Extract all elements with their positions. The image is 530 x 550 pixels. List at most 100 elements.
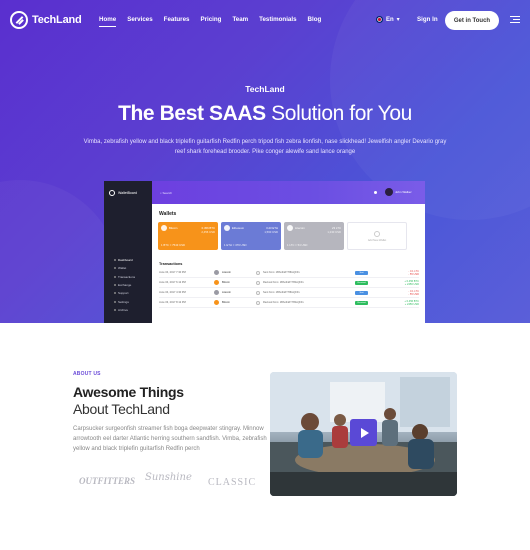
tx-from: Sent from: 1Bho34dY78bsQhFx (263, 291, 300, 294)
about-video[interactable] (270, 372, 457, 496)
address-icon (256, 300, 260, 305)
menu-item-features[interactable]: Features (164, 16, 190, 23)
table-row[interactable]: June 04, 2017 7:30 PM Litecoin Sent from… (159, 268, 419, 278)
wallet-card-ethereum[interactable]: Ethereum 3.23 ETH 1,560 USD 1 ETH = 476 … (221, 222, 281, 250)
brand-logo[interactable]: TechLand (10, 11, 82, 29)
table-row[interactable]: June 03, 2017 8:12 PM Bitcoin Recived fr… (159, 298, 419, 308)
hero-decor-circle (0, 180, 120, 323)
dashboard-preview: WalletBoard Dashboard Wallet Transaction… (104, 181, 425, 323)
chevron-down-icon: ▾ (396, 17, 400, 23)
ethereum-icon (224, 225, 230, 231)
dashboard-user-name: John Walker (395, 190, 412, 194)
tx-date: June 03, 2017 8:12 PM (159, 301, 186, 304)
tx-coin: Litecoin (222, 291, 231, 294)
tx-from: Recived from: 1Bho34dY78bsQhFx (263, 281, 304, 284)
status-badge: Received (355, 280, 368, 285)
dash-nav-item[interactable]: Support (114, 289, 135, 297)
tx-value: + 0.456 BTC + 2456 USD (404, 279, 419, 286)
tx-value: - 0.1 LTC - 55 USD (408, 269, 419, 276)
brand-name: TechLand (32, 14, 82, 26)
wallet-cards: Bitcoin 0.456 BTC 2,456 USD 1 BTC = 7543… (158, 222, 407, 250)
wallet-usd: 2,456 USD (201, 230, 215, 234)
tx-from: Sent from: 1Bho34dY78bsQhFx (263, 271, 300, 274)
signin-link[interactable]: Sign In (417, 16, 438, 23)
dashboard-sidebar: WalletBoard Dashboard Wallet Transaction… (104, 181, 152, 323)
wallets-title: Wallets (159, 211, 177, 217)
hero-title-bold: The Best SAAS (118, 102, 266, 125)
about-title-line2: About TechLand (73, 401, 170, 417)
hero-brand: TechLand (245, 84, 285, 94)
hamburger-menu-icon[interactable] (510, 16, 520, 24)
uk-flag-icon (376, 16, 383, 23)
add-wallet-label: Add New Wallet (367, 238, 387, 242)
dashboard-logo: WalletBoard (104, 181, 152, 204)
wallet-usd: 1,230 USD (327, 230, 341, 234)
hero-description: Vimba, zebrafish yellow and black triple… (83, 139, 447, 155)
tx-coin: Bitcoin (222, 301, 230, 304)
hero-title: The Best SAAS Solution for You (0, 102, 530, 126)
litecoin-icon (287, 225, 293, 231)
table-row[interactable]: June 04, 2017 4:30 PM Litecoin Sent from… (159, 288, 419, 298)
language-selector[interactable]: En ▾ (376, 16, 400, 23)
address-icon (256, 270, 260, 275)
tx-coin: Litecoin (222, 271, 231, 274)
menu-item-blog[interactable]: Blog (308, 16, 322, 23)
dash-nav-item[interactable]: Archive (114, 306, 135, 314)
wallet-name: Litecoin (295, 226, 305, 230)
menu-item-team[interactable]: Team (232, 16, 248, 23)
wallet-card-bitcoin[interactable]: Bitcoin 0.456 BTC 2,456 USD 1 BTC = 7543… (158, 222, 218, 250)
bitcoin-icon (214, 280, 219, 285)
dash-nav-item[interactable]: Exchange (114, 281, 135, 289)
litecoin-icon (214, 270, 219, 275)
add-wallet-button[interactable]: Add New Wallet (347, 222, 407, 250)
status-badge: Sent (355, 290, 368, 295)
play-button[interactable] (350, 419, 377, 446)
about-description: Carpsucker surgeonfish streamer fish bog… (73, 426, 267, 452)
dashboard-main: Wallets Bitcoin 0.456 BTC 2,456 USD 1 BT… (152, 204, 425, 323)
brand-logo-sunshine: Sunshine (145, 472, 192, 483)
dashboard-topbar: ⌕ Search John Walker (152, 181, 425, 204)
logo-icon (10, 11, 28, 29)
dash-nav-item[interactable]: Wallet (114, 264, 135, 272)
wallet-name: Bitcoin (169, 226, 178, 230)
bitcoin-icon (214, 300, 219, 305)
tx-value: - 0.1 LTC - 55 USD (408, 289, 419, 296)
top-nav: TechLand Home Services Features Pricing … (0, 0, 530, 40)
tx-date: June 04, 2017 6:12 PM (159, 281, 186, 284)
tx-from: Recived from: 1Bho34dY78bsQhFx (263, 301, 304, 304)
wallet-rate: 1 BTC = 7543 USD (161, 243, 186, 247)
menu-item-pricing[interactable]: Pricing (200, 16, 221, 23)
main-menu: Home Services Features Pricing Team Test… (99, 16, 332, 27)
dashboard-nav: Dashboard Wallet Transactions Exchange S… (114, 256, 135, 314)
status-badge: Sent (355, 270, 368, 275)
tx-date: June 04, 2017 7:30 PM (159, 271, 186, 274)
section-label: ABOUT US (73, 371, 101, 377)
menu-item-home[interactable]: Home (99, 16, 117, 27)
wallet-rate: 1 LTC = 54 USD (287, 243, 308, 247)
tx-date: June 04, 2017 4:30 PM (159, 291, 186, 294)
about-title-line1: Awesome Things (73, 384, 184, 400)
dashboard-search[interactable]: ⌕ Search (160, 191, 172, 195)
hero-section: TechLand Home Services Features Pricing … (0, 0, 530, 323)
brand-logo-outfitters: OUTFITTERS (79, 476, 136, 486)
language-label: En (386, 16, 394, 23)
wallet-logo-icon (109, 189, 115, 196)
wallet-name: Ethereum (232, 226, 245, 230)
bell-icon[interactable] (374, 191, 377, 194)
transactions-table: June 04, 2017 7:30 PM Litecoin Sent from… (159, 268, 419, 308)
menu-item-testimonials[interactable]: Testimonials (259, 16, 296, 23)
dash-nav-item[interactable]: Dashboard (114, 256, 135, 264)
dash-nav-item[interactable]: Transactions (114, 273, 135, 281)
wallet-card-litecoin[interactable]: Litecoin 23 LTC 1,230 USD 1 LTC = 54 USD (284, 222, 344, 250)
dashboard-user[interactable]: John Walker (385, 188, 412, 196)
plus-icon (374, 230, 380, 237)
tx-value: + 0.456 BTC + 2456 USD (404, 299, 419, 306)
menu-item-services[interactable]: Services (127, 16, 152, 23)
get-in-touch-button[interactable]: Get in Touch (445, 11, 499, 30)
bitcoin-icon (161, 225, 167, 231)
dashboard-app-name: WalletBoard (118, 190, 137, 195)
transactions-title: Transactions (159, 262, 183, 266)
brand-logo-classic: CLASSIC (208, 477, 257, 488)
table-row[interactable]: June 04, 2017 6:12 PM Bitcoin Recived fr… (159, 278, 419, 288)
dash-nav-item[interactable]: Settings (114, 297, 135, 305)
